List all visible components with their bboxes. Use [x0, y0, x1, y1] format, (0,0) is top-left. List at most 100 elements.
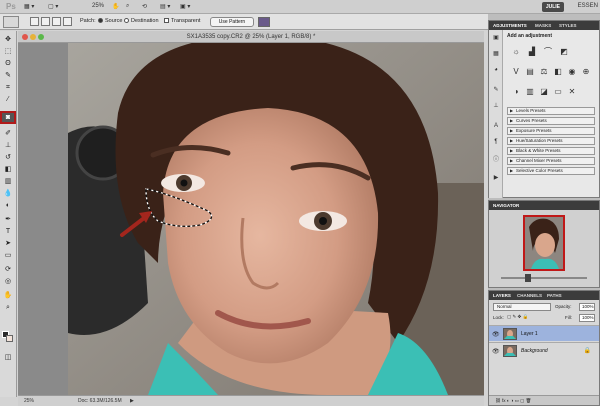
document-tab[interactable]: SX1A3535 copy.CR2 @ 25% (Layer 1, RGB/8)… [18, 31, 484, 43]
channel-mixer-icon[interactable]: ⊕ [581, 67, 591, 76]
selective-color-icon[interactable]: ✕ [567, 87, 577, 96]
navigator-zoom-slider[interactable] [501, 277, 587, 279]
background-color-swatch[interactable] [6, 335, 13, 342]
zoom-tool-icon[interactable]: ⌕ [126, 3, 129, 10]
screen-mode-icon[interactable]: ▣ ▾ [180, 3, 190, 10]
tab-paths[interactable]: PATHS [547, 293, 562, 298]
layer-name[interactable]: Layer 1 [521, 331, 538, 337]
type-tool-icon[interactable]: T [2, 227, 14, 236]
eyedropper-tool-icon[interactable]: ⁄ [2, 95, 14, 104]
brush-panel-icon[interactable]: ✎ [492, 86, 500, 94]
navigator-thumbnail[interactable] [523, 215, 565, 271]
levels-icon[interactable]: ▟ [527, 47, 537, 56]
quick-select-tool-icon[interactable]: ✎ [2, 71, 14, 80]
menu-grid-icon[interactable]: ▦ ▾ [24, 3, 34, 10]
source-radio[interactable]: Source [98, 18, 122, 24]
subtract-selection-icon[interactable] [52, 17, 61, 26]
vibrance-icon[interactable]: V [511, 67, 521, 76]
preset-channel-mixer[interactable]: Channel Mixer Presets [507, 157, 595, 165]
dodge-tool-icon[interactable]: ◐ [2, 201, 14, 210]
document-image[interactable] [68, 43, 484, 395]
swatches-panel-icon[interactable]: ▦ [492, 50, 500, 58]
arrange-documents-icon[interactable]: ▤ ▾ [160, 3, 170, 10]
photo-filter-icon[interactable]: ◉ [567, 67, 577, 76]
lock-icons[interactable]: ▢ ✎ ✥ 🔒 [507, 314, 528, 320]
actions-panel-icon[interactable]: ▶ [492, 174, 500, 182]
quick-mask-icon[interactable]: ◫ [2, 353, 14, 362]
visibility-eye-icon[interactable]: 👁 [492, 331, 500, 338]
shape-tool-icon[interactable]: ▭ [2, 251, 14, 260]
new-selection-icon[interactable] [30, 17, 39, 26]
preset-hue-saturation[interactable]: Hue/Saturation Presets [507, 137, 595, 145]
hand-tool-icon[interactable]: ✋ [112, 3, 119, 10]
hand-tool-icon[interactable]: ✋ [2, 291, 14, 300]
intersect-selection-icon[interactable] [63, 17, 72, 26]
threshold-icon[interactable]: ◪ [539, 87, 549, 96]
invert-icon[interactable]: ◑ [511, 87, 521, 96]
3d-orbit-tool-icon[interactable]: ◎ [2, 277, 14, 286]
tab-masks[interactable]: MASKS [535, 23, 551, 28]
tab-adjustments[interactable]: ADJUSTMENTS [493, 23, 527, 28]
transparent-checkbox[interactable]: Transparent [164, 18, 200, 24]
tool-preset-picker[interactable] [3, 16, 19, 28]
preset-black-white[interactable]: Black & White Presets [507, 147, 595, 155]
status-menu-arrow-icon[interactable]: ▶ [130, 398, 134, 404]
paragraph-panel-icon[interactable]: ¶ [492, 138, 500, 146]
blur-tool-icon[interactable]: 💧 [2, 189, 14, 198]
opacity-field[interactable]: 100% [579, 303, 595, 311]
exposure-icon[interactable]: ◩ [559, 47, 569, 56]
patch-tool-icon[interactable]: ◙ [0, 111, 16, 124]
brush-tool-icon[interactable]: ✐ [2, 129, 14, 138]
rotate-view-icon[interactable]: ⟲ [142, 3, 147, 10]
character-panel-icon[interactable]: A [492, 122, 500, 130]
crop-tool-icon[interactable]: ⌗ [2, 83, 14, 92]
layer-row-layer-1[interactable]: 👁 Layer 1 [489, 325, 599, 341]
blend-mode-select[interactable]: Normal [493, 303, 551, 311]
zoom-menu[interactable]: 25% [92, 3, 104, 9]
preset-levels[interactable]: Levels Presets [507, 107, 595, 115]
navigator-zoom-knob[interactable] [525, 274, 531, 282]
tab-navigator[interactable]: NAVIGATOR [493, 203, 519, 208]
use-pattern-button[interactable]: Use Pattern [210, 17, 254, 27]
posterize-icon[interactable]: ▥ [525, 87, 535, 96]
fill-field[interactable]: 100% [579, 314, 595, 322]
move-tool-icon[interactable]: ✥ [2, 35, 14, 44]
view-extras-icon[interactable]: ▢ ▾ [48, 3, 58, 10]
black-white-icon[interactable]: ◧ [553, 67, 563, 76]
layer-name[interactable]: Background [521, 348, 548, 354]
visibility-eye-icon[interactable]: 👁 [492, 348, 500, 355]
pen-tool-icon[interactable]: ✒ [2, 215, 14, 224]
eraser-tool-icon[interactable]: ◧ [2, 165, 14, 174]
canvas-area[interactable] [18, 43, 484, 395]
pattern-picker[interactable] [258, 17, 270, 27]
color-balance-icon[interactable]: ⚖ [539, 67, 549, 76]
tab-channels[interactable]: CHANNELS [517, 293, 542, 298]
preset-selective-color[interactable]: Selective Color Presets [507, 167, 595, 175]
add-selection-icon[interactable] [41, 17, 50, 26]
history-panel-icon[interactable]: ▣ [492, 34, 500, 42]
color-panel-icon[interactable]: ◕ [492, 66, 500, 74]
clone-source-icon[interactable]: ⊥ [492, 102, 500, 110]
preset-curves[interactable]: Curves Presets [507, 117, 595, 125]
brightness-contrast-icon[interactable]: ☼ [511, 47, 521, 56]
gradient-tool-icon[interactable]: ▥ [2, 177, 14, 186]
layer-actions-icons[interactable]: ⛓ fx ◐ ◑ ▭ ▢ 🗑 [495, 398, 531, 404]
tab-layers[interactable]: LAYERS [493, 293, 511, 298]
zoom-level[interactable]: 25% [24, 398, 34, 404]
tab-styles[interactable]: STYLES [559, 23, 577, 28]
marquee-tool-icon[interactable]: ⬚ [2, 47, 14, 56]
history-brush-tool-icon[interactable]: ↺ [2, 153, 14, 162]
info-panel-icon[interactable]: ⓘ [492, 156, 500, 164]
preset-exposure[interactable]: Exposure Presets [507, 127, 595, 135]
3d-rotate-tool-icon[interactable]: ⟳ [2, 265, 14, 274]
layer-row-background[interactable]: 👁 Background 🔒 [489, 342, 599, 358]
gradient-map-icon[interactable]: ▭ [553, 87, 563, 96]
path-select-tool-icon[interactable]: ➤ [2, 239, 14, 248]
curves-icon[interactable]: ⌒ [543, 47, 553, 56]
lasso-tool-icon[interactable]: ʘ [2, 59, 14, 68]
destination-radio[interactable]: Destination [124, 18, 159, 24]
clone-stamp-tool-icon[interactable]: ⊥ [2, 141, 14, 150]
workspace-label[interactable]: ESSEN [578, 3, 598, 9]
workspace-button[interactable]: JULIE [541, 2, 564, 12]
hue-saturation-icon[interactable]: ▤ [525, 67, 535, 76]
